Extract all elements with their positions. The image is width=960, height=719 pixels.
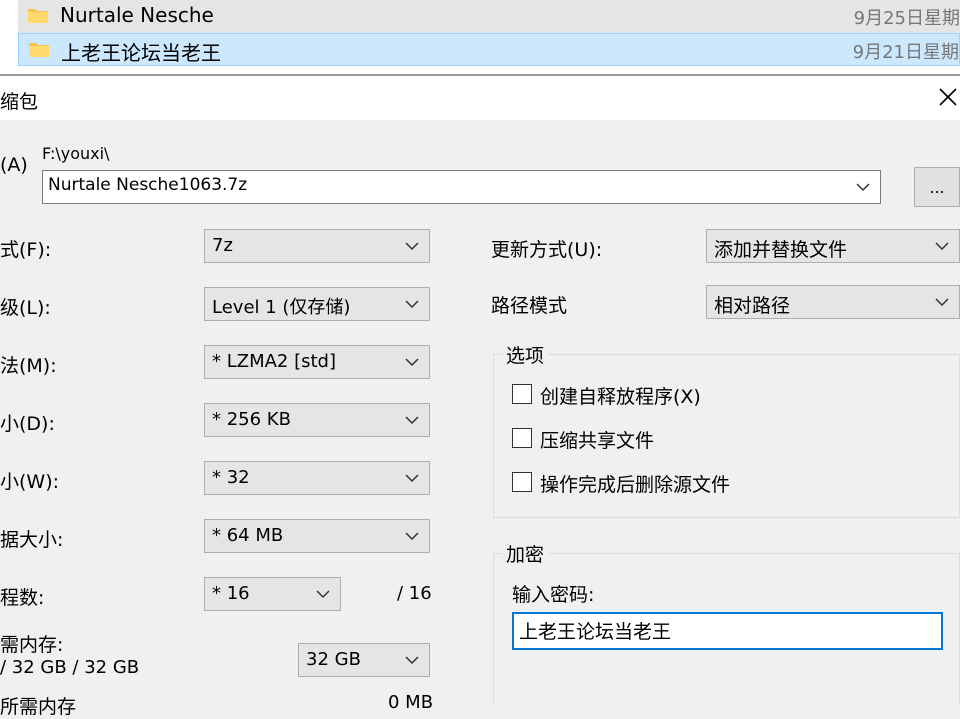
shared-files-label: 压缩共享文件 [540,430,655,452]
format-select[interactable]: 7z [204,229,430,263]
chevron-down-icon [405,416,419,425]
format-label: 式(F): [0,239,52,261]
chevron-down-icon [405,532,419,541]
word-select[interactable]: * 32 [204,461,430,495]
file-row-selected[interactable]: 上老王论坛当老王 9月21日星期 [18,33,960,66]
file-row[interactable]: Nurtale Nesche 9月25日星期 [18,0,960,33]
level-select[interactable]: Level 1 (仅存储) [204,287,430,321]
sfx-checkbox[interactable] [512,384,532,404]
archive-label: (A) [0,154,28,176]
file-explorer-list: Nurtale Nesche 9月25日星期 上老王论坛当老王 9月21日星期 [0,0,960,76]
password-label: 输入密码: [512,584,595,606]
folder-icon [29,43,49,57]
delete-source-label: 操作完成后删除源文件 [540,474,731,496]
decompress-memory-label: 所需内存 [0,696,77,718]
password-input[interactable]: 上老王论坛当老王 [512,612,943,650]
dict-label: 小(D): [0,413,55,435]
folder-icon [28,9,48,23]
threads-max: / 16 [397,583,432,604]
shared-files-checkbox[interactable] [512,428,532,448]
chevron-down-icon [405,242,419,251]
threads-value: * 16 [212,583,250,604]
dict-value: * 256 KB [212,409,291,430]
file-date: 9月25日星期 [853,8,960,29]
memory-label: 需内存: [0,634,64,656]
encryption-title: 加密 [502,540,549,567]
decompress-memory-value: 0 MB [388,692,434,713]
word-label: 小(W): [0,471,60,493]
path-mode-select[interactable]: 相对路径 [706,285,960,319]
archive-name-combo[interactable]: Nurtale Nesche1063.7z [42,170,881,204]
chevron-down-icon [405,474,419,483]
browse-button[interactable]: ... [914,167,960,207]
format-value: 7z [212,235,233,256]
memory-select[interactable]: 32 GB [298,643,430,677]
dict-select[interactable]: * 256 KB [204,403,430,437]
chevron-down-icon [405,358,419,367]
method-select[interactable]: * LZMA2 [std] [204,345,430,379]
memory-select-value: 32 GB [306,649,361,670]
chevron-down-icon [856,183,870,192]
delete-source-checkbox[interactable] [512,472,532,492]
chevron-down-icon [405,656,419,665]
chevron-down-icon [405,300,419,309]
dialog-body: (A) F:\youxi\ Nurtale Nesche1063.7z ... … [0,120,960,718]
update-mode-label: 更新方式(U): [491,239,603,261]
options-title: 选项 [502,341,549,368]
level-value: Level 1 (仅存储) [212,297,351,318]
chevron-down-icon [935,242,949,251]
method-value: * LZMA2 [std] [212,351,337,372]
word-value: * 32 [212,467,250,488]
solid-select[interactable]: * 64 MB [204,519,430,553]
memory-value: / 32 GB / 32 GB [0,657,140,678]
archive-path: F:\youxi\ [42,144,110,163]
threads-label: 程数: [0,587,45,609]
dialog-titlebar: 缩包 [0,76,960,120]
archive-name-value: Nurtale Nesche1063.7z [48,175,248,195]
dialog-title: 缩包 [0,91,39,113]
file-date: 9月21日星期 [852,42,959,63]
file-name: Nurtale Nesche [60,3,214,27]
update-mode-value: 添加并替换文件 [714,239,848,261]
update-mode-select[interactable]: 添加并替换文件 [706,229,960,263]
password-value: 上老王论坛当老王 [519,621,672,643]
solid-value: * 64 MB [212,525,284,546]
sfx-label: 创建自释放程序(X) [540,386,701,408]
chevron-down-icon [935,298,949,307]
method-label: 法(M): [0,355,57,377]
close-icon[interactable] [938,84,960,108]
chevron-down-icon [316,590,330,599]
path-mode-value: 相对路径 [714,295,791,317]
path-mode-label: 路径模式 [491,295,568,317]
threads-select[interactable]: * 16 [204,577,341,611]
level-label: 级(L): [0,297,51,319]
solid-label: 据大小: [0,529,64,551]
file-name: 上老王论坛当老王 [61,41,221,65]
